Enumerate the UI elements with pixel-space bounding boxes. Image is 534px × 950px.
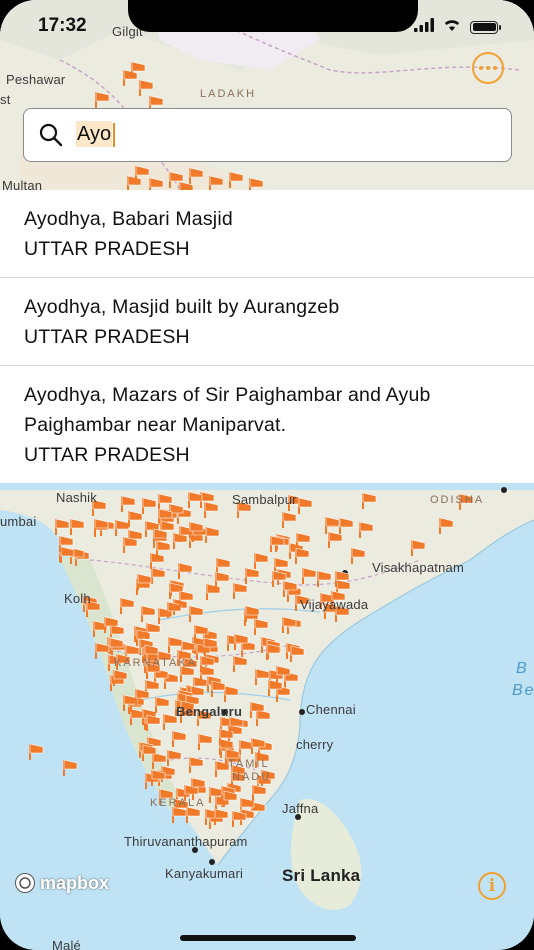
search-icon	[38, 122, 64, 148]
map-label-tamil: TAMIL	[228, 758, 270, 770]
search-input-value[interactable]: Ayo	[76, 120, 113, 147]
search-input[interactable]: Ayo	[76, 120, 116, 148]
search-result-item[interactable]: Ayodhya, Masjid built by Aurangzeb UTTAR…	[0, 278, 534, 366]
signal-icon	[414, 17, 434, 37]
map-label-mumbai: umbai	[0, 514, 37, 529]
search-result-item[interactable]: Ayodhya, Babari Masjid UTTAR PRADESH	[0, 190, 534, 278]
mapbox-wordmark: mapbox	[40, 872, 110, 893]
notch	[128, 0, 418, 32]
map-label-ladakh: LADAKH	[200, 88, 257, 100]
info-icon: i	[488, 876, 496, 896]
map-label-chennai: Chennai	[306, 702, 356, 717]
result-name: Ayodhya, Babari Masjid	[24, 208, 233, 230]
map-label-sambalpur: Sambalpur	[232, 492, 297, 507]
result-state: UTTAR PRADESH	[24, 326, 190, 348]
home-indicator	[180, 935, 356, 941]
search-result-item[interactable]: Ayodhya, Mazars of Sir Paighambar and Ay…	[0, 366, 534, 483]
map-label-kolhapur: Kolh	[64, 591, 91, 606]
search-results-list: Ayodhya, Babari Masjid UTTAR PRADESH Ayo…	[0, 190, 534, 483]
map-label-male: Malé	[52, 938, 81, 950]
more-options-button[interactable]	[472, 52, 504, 84]
result-state: UTTAR PRADESH	[24, 444, 190, 466]
map-label-kanyakumari: Kanyakumari	[165, 866, 244, 881]
wifi-icon	[442, 17, 462, 37]
info-button[interactable]: i	[478, 872, 506, 900]
mapbox-logo[interactable]: mapbox	[14, 872, 109, 894]
mapbox-icon	[15, 873, 35, 893]
battery-icon	[470, 20, 501, 34]
map-label-nadu: NADU	[232, 771, 272, 783]
map-label-puducherry: cherry	[296, 737, 334, 752]
map-label-sri-lanka: Sri Lanka	[282, 866, 361, 885]
map-label-vijayawada: Vijayawada	[300, 597, 369, 612]
map-label-karnataka: KARNATAKA	[114, 657, 197, 669]
map-label-visakhapatnam: Visakhapatnam	[372, 560, 464, 575]
map-label-bay-1: B	[516, 660, 529, 677]
ellipsis-icon	[479, 66, 483, 70]
map-label-st: st	[0, 92, 11, 107]
map-label-jaffna: Jaffna	[282, 801, 319, 816]
result-name: Ayodhya, Mazars of Sir Paighambar and Ay…	[24, 384, 431, 436]
status-time: 17:32	[38, 15, 87, 36]
map-label-thiruvananthapuram: Thiruvananthapuram	[124, 834, 248, 849]
result-state: UTTAR PRADESH	[24, 238, 190, 260]
map-label-bengaluru: Bengaluru	[176, 704, 243, 719]
text-caret	[113, 123, 116, 148]
app-screen: Gilgit Peshawar LADAKH st Multan Nashik …	[0, 0, 534, 950]
map-label-peshawar: Peshawar	[6, 72, 66, 87]
search-bar[interactable]: Ayo	[23, 108, 512, 162]
status-bar: 17:32	[0, 0, 534, 50]
map-label-kerala: KERALA	[150, 797, 206, 809]
map-label-nashik: Nashik	[56, 490, 97, 505]
result-name: Ayodhya, Masjid built by Aurangzeb	[24, 296, 340, 318]
map-label-bay-2: Be	[512, 682, 534, 699]
status-icons	[414, 17, 501, 37]
map-label-odisha: ODISHA	[430, 494, 485, 506]
